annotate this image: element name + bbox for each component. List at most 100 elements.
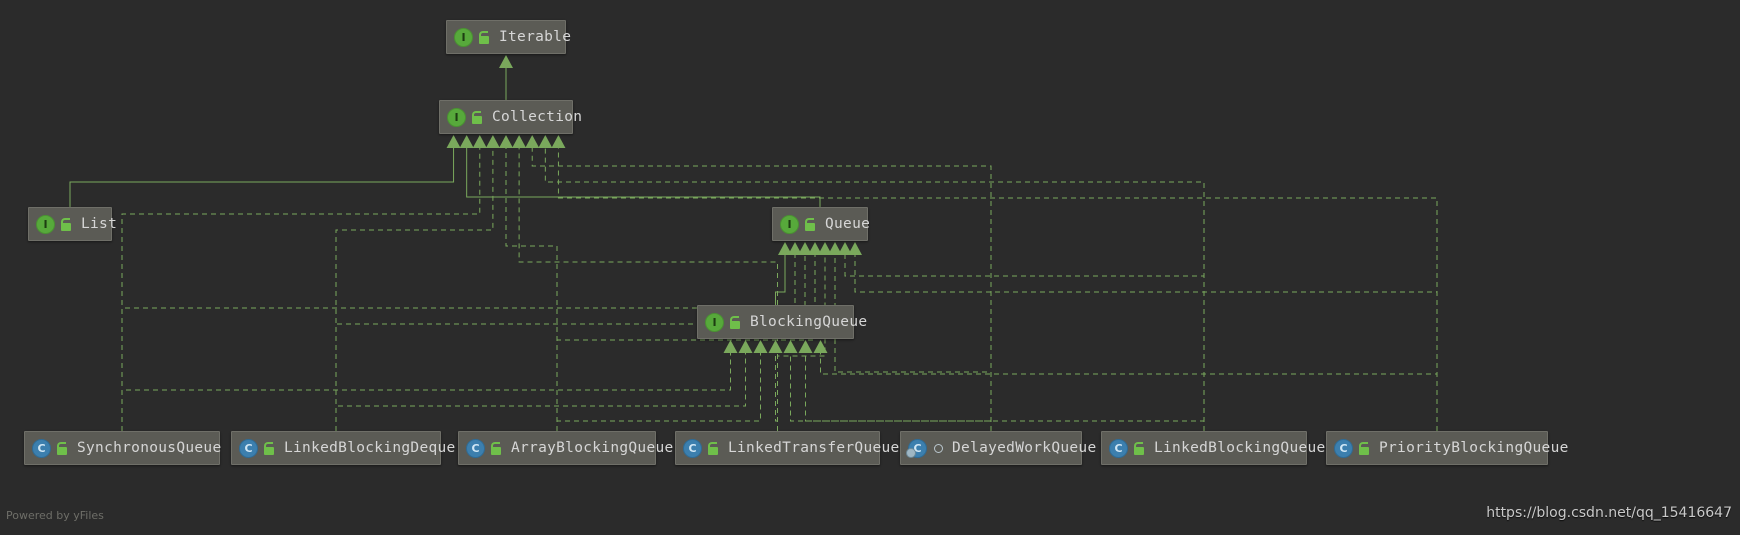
inheritance-arrowhead: [499, 55, 513, 68]
unlocked-padlock-icon: [1133, 442, 1145, 455]
inheritance-arrowhead: [799, 340, 813, 353]
edge-linkedblockingdeque-to-blockingqueue: [336, 353, 746, 431]
edge-synchronousqueue-to-collection: [122, 148, 480, 431]
inheritance-arrowhead: [754, 340, 768, 353]
node-synchronousqueue[interactable]: SynchronousQueue: [24, 431, 220, 465]
node-label: LinkedBlockingQueue: [1154, 440, 1326, 456]
node-label: LinkedBlockingDeque: [284, 440, 456, 456]
edge-queue-to-collection: [467, 148, 820, 207]
edge-linkedtransferqueue-to-queue: [778, 255, 826, 431]
inheritance-arrowhead: [808, 242, 822, 255]
node-label: BlockingQueue: [750, 314, 867, 330]
inheritance-arrowhead: [769, 340, 783, 353]
node-queue[interactable]: Queue: [772, 207, 868, 241]
node-label: SynchronousQueue: [77, 440, 221, 456]
unlocked-padlock-icon: [471, 111, 483, 124]
edge-linkedblockingdeque-to-collection: [336, 148, 493, 431]
uml-diagram-canvas: Iterable Collection List Queue BlockingQueue…: [0, 0, 1740, 535]
node-label: PriorityBlockingQueue: [1379, 440, 1569, 456]
inheritance-arrowhead: [814, 340, 828, 353]
inheritance-arrowhead: [739, 340, 753, 353]
inheritance-arrowhead: [838, 242, 852, 255]
unlocked-padlock-icon: [729, 316, 741, 329]
inheritance-arrowhead: [525, 135, 539, 148]
inheritance-arrowhead: [460, 135, 474, 148]
node-label: LinkedTransferQueue: [728, 440, 900, 456]
node-collection[interactable]: Collection: [439, 100, 573, 134]
unlocked-padlock-icon: [56, 442, 68, 455]
inner-class-icon: [908, 439, 927, 458]
node-list[interactable]: List: [28, 207, 112, 241]
inheritance-arrowhead: [447, 135, 461, 148]
node-label: Collection: [492, 109, 582, 125]
edge-arrayblockingqueue-to-blockingqueue: [557, 353, 761, 431]
inheritance-arrowhead: [499, 135, 513, 148]
inheritance-arrowhead: [473, 135, 487, 148]
edge-priorityblockingqueue-to-blockingqueue: [821, 353, 1438, 431]
edge-arrayblockingqueue-to-collection: [506, 148, 557, 431]
node-priorityblockingqueue[interactable]: PriorityBlockingQueue: [1326, 431, 1548, 465]
inheritance-arrowhead: [778, 242, 792, 255]
node-iterable[interactable]: Iterable: [446, 20, 566, 54]
inheritance-arrowhead: [788, 242, 802, 255]
private-dot-icon: [934, 444, 943, 453]
inheritance-arrowhead: [784, 340, 798, 353]
interface-icon: [780, 215, 799, 234]
edge-synchronousqueue-to-queue: [122, 255, 795, 431]
inheritance-arrowhead: [798, 242, 812, 255]
inheritance-arrowhead: [818, 242, 832, 255]
unlocked-padlock-icon: [490, 442, 502, 455]
unlocked-padlock-icon: [1358, 442, 1370, 455]
node-label: List: [81, 216, 117, 232]
class-icon: [239, 439, 258, 458]
node-linkedblockingdeque[interactable]: LinkedBlockingDeque: [231, 431, 441, 465]
unlocked-padlock-icon: [804, 218, 816, 231]
node-label: Iterable: [499, 29, 571, 45]
node-label: Queue: [825, 216, 870, 232]
node-delayedworkqueue[interactable]: DelayedWorkQueue: [900, 431, 1082, 465]
inheritance-arrowhead: [828, 242, 842, 255]
edge-delayedworkqueue-to-queue: [835, 255, 991, 431]
edge-synchronousqueue-to-blockingqueue: [122, 353, 731, 431]
interface-icon: [36, 215, 55, 234]
inheritance-arrowhead: [848, 242, 862, 255]
edge-list-to-collection: [70, 148, 454, 207]
class-icon: [466, 439, 485, 458]
edge-delayedworkqueue-to-blockingqueue: [791, 353, 992, 431]
edge-linkedtransferqueue-to-blockingqueue: [776, 353, 778, 431]
edge-delayedworkqueue-to-collection: [532, 148, 991, 431]
inheritance-arrowhead: [512, 135, 526, 148]
edge-linkedblockingqueue-to-blockingqueue: [806, 353, 1205, 431]
inheritance-arrowhead: [724, 340, 738, 353]
yfiles-watermark: Powered by yFiles: [6, 509, 104, 522]
interface-icon: [705, 313, 724, 332]
node-linkedblockingqueue[interactable]: LinkedBlockingQueue: [1101, 431, 1307, 465]
node-label: ArrayBlockingQueue: [511, 440, 674, 456]
edge-priorityblockingqueue-to-queue: [855, 255, 1437, 431]
node-label: DelayedWorkQueue: [952, 440, 1096, 456]
inheritance-arrowhead: [538, 135, 552, 148]
edge-linkedblockingqueue-to-queue: [845, 255, 1204, 431]
unlocked-padlock-icon: [263, 442, 275, 455]
inheritance-arrowhead: [551, 135, 565, 148]
unlocked-padlock-icon: [707, 442, 719, 455]
class-icon: [32, 439, 51, 458]
edge-arrayblockingqueue-to-queue: [557, 255, 815, 431]
edge-priorityblockingqueue-to-collection: [558, 148, 1437, 431]
interface-icon: [454, 28, 473, 47]
edge-linkedtransferqueue-to-collection: [519, 148, 777, 431]
edge-linkedblockingdeque-to-queue: [336, 255, 805, 431]
unlocked-padlock-icon: [60, 218, 72, 231]
node-blockingqueue[interactable]: BlockingQueue: [697, 305, 854, 339]
edge-blockingqueue-to-queue: [776, 255, 786, 305]
url-watermark: https://blog.csdn.net/qq_15416647: [1486, 505, 1732, 521]
node-arrayblockingqueue[interactable]: ArrayBlockingQueue: [458, 431, 656, 465]
interface-icon: [447, 108, 466, 127]
class-icon: [683, 439, 702, 458]
edge-linkedblockingqueue-to-collection: [545, 148, 1204, 431]
node-linkedtransferqueue[interactable]: LinkedTransferQueue: [675, 431, 880, 465]
class-icon: [1109, 439, 1128, 458]
unlocked-padlock-icon: [478, 31, 490, 44]
class-icon: [1334, 439, 1353, 458]
inheritance-arrowhead: [486, 135, 500, 148]
